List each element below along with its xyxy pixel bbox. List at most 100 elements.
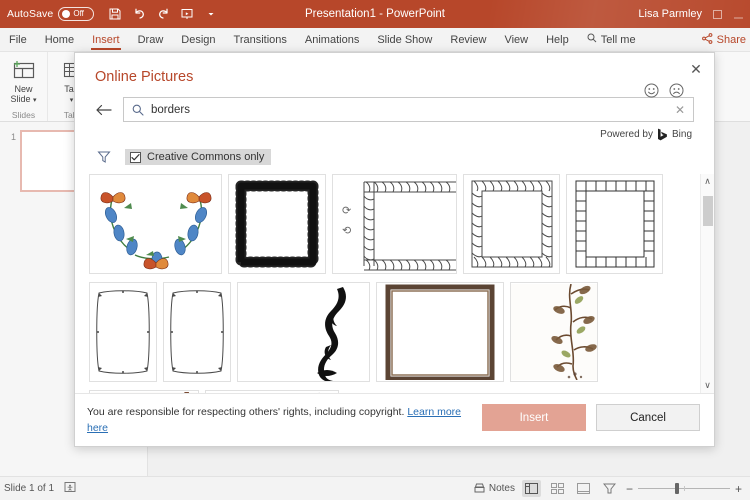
checkbox-box [130, 151, 141, 163]
new-slide-icon [11, 56, 37, 82]
results-grid: ⟳ ⟲ [75, 174, 700, 393]
results-scrollbar[interactable]: ∧ ∨ [700, 174, 714, 393]
scroll-down-icon[interactable]: ∨ [704, 381, 711, 390]
new-slide-label: New Slide ▾ [10, 84, 37, 104]
ribbon-tab-bar: File Home Insert Draw Design Transitions… [0, 28, 750, 52]
result-thumbnail-calligraphy-flourish-border[interactable] [205, 390, 339, 393]
redo-icon[interactable] [152, 3, 174, 25]
tab-view[interactable]: View [495, 28, 537, 52]
tab-insert[interactable]: Insert [83, 28, 129, 52]
tree-branch-border-art [91, 392, 197, 393]
copyright-text: You are responsible for respecting other… [87, 406, 405, 418]
calligraphy-flourish-border-art [207, 392, 337, 393]
search-input[interactable]: borders ✕ [123, 97, 694, 122]
zoom-track[interactable] [637, 483, 730, 494]
back-arrow-icon[interactable] [95, 101, 113, 119]
accessibility-icon[interactable] [64, 481, 76, 496]
zoom-in-button[interactable]: + [735, 483, 742, 495]
save-icon[interactable] [104, 3, 126, 25]
minimize-window-button[interactable] [732, 8, 744, 20]
quick-access-toolbar [104, 3, 222, 25]
close-icon[interactable]: ✕ [686, 59, 706, 79]
bing-logo-icon [657, 128, 668, 141]
zoom-out-button[interactable]: − [626, 483, 633, 495]
zoom-slider[interactable]: − + [626, 483, 742, 495]
slide-status-label[interactable]: Slide 1 of 1 [4, 483, 54, 494]
search-input-value[interactable]: borders [151, 104, 668, 116]
tab-review[interactable]: Review [441, 28, 495, 52]
scrollbar-thumb[interactable] [703, 196, 713, 226]
tell-me-search[interactable]: Tell me [578, 33, 645, 46]
result-thumbnail-calligraphy-swirl-border[interactable] [237, 282, 370, 382]
tab-slide-show[interactable]: Slide Show [368, 28, 441, 52]
undo-icon[interactable] [128, 3, 150, 25]
share-button[interactable]: Share [701, 32, 750, 47]
dialog-title: Online Pictures [95, 69, 194, 85]
calligraphy-swirl-border-art [238, 283, 369, 381]
autosave-state: Off [73, 9, 84, 18]
tab-home[interactable]: Home [36, 28, 83, 52]
wooden-picture-frame-art [378, 284, 502, 380]
online-pictures-dialog: Online Pictures ✕ borders ✕ Powered by B… [74, 52, 715, 447]
autosave-switch[interactable]: Off [58, 7, 95, 21]
frown-icon[interactable] [669, 83, 684, 98]
clear-search-icon[interactable]: ✕ [675, 103, 685, 117]
restore-window-button[interactable] [711, 8, 723, 20]
tab-help[interactable]: Help [537, 28, 578, 52]
dialog-header: Online Pictures ✕ [75, 53, 714, 98]
result-thumbnail-rope-border-left[interactable]: ⟳ ⟲ [332, 174, 457, 274]
tab-animations[interactable]: Animations [296, 28, 368, 52]
result-thumbnail-butterfly-floral-border[interactable] [89, 174, 222, 274]
zoom-thumb[interactable] [674, 483, 679, 494]
tab-transitions[interactable]: Transitions [225, 28, 296, 52]
status-bar: Slide 1 of 1 Notes − + [0, 476, 750, 500]
result-thumbnail-sketchy-frame-a[interactable] [89, 282, 157, 382]
slide-sorter-view-button[interactable] [548, 480, 567, 497]
butterfly-floral-border-art [90, 175, 221, 273]
group-name-slides: Slides [11, 110, 36, 120]
autosave-label: AutoSave [7, 8, 54, 20]
share-icon [701, 32, 713, 47]
result-thumbnail-tree-branch-border[interactable] [89, 390, 199, 393]
new-slide-button[interactable]: New Slide ▾ Slides [0, 52, 48, 121]
tab-file[interactable]: File [0, 28, 36, 52]
normal-view-button[interactable] [521, 480, 541, 497]
svg-text:⟳: ⟳ [342, 205, 351, 217]
result-thumbnail-brick-block-border[interactable] [566, 174, 663, 274]
status-left: Slide 1 of 1 [0, 481, 76, 496]
insert-button[interactable]: Insert [482, 404, 586, 431]
slide-number: 1 [10, 132, 16, 142]
autosave-knob [62, 10, 71, 18]
result-thumbnail-wooden-picture-frame[interactable] [376, 282, 504, 382]
search-icon [132, 104, 144, 116]
notes-label: Notes [488, 483, 515, 494]
scroll-up-icon[interactable]: ∧ [704, 177, 711, 186]
smile-icon[interactable] [644, 83, 659, 98]
user-name: Lisa Parmley [638, 8, 702, 20]
result-thumbnail-sketchy-frame-b[interactable] [163, 282, 231, 382]
tab-draw[interactable]: Draw [129, 28, 173, 52]
reading-view-button[interactable] [574, 480, 593, 497]
start-presentation-icon[interactable] [176, 3, 198, 25]
brick-block-border-art [568, 176, 661, 272]
result-thumbnail-rope-border-full[interactable] [463, 174, 560, 274]
sketchy-frame-b-art [165, 284, 229, 380]
svg-text:⟲: ⟲ [342, 225, 351, 237]
sketchy-frame-a-art [91, 284, 155, 380]
autosave-toggle[interactable]: AutoSave Off [7, 7, 95, 21]
tab-design[interactable]: Design [172, 28, 224, 52]
result-thumbnail-botanical-vine-border[interactable] [510, 282, 598, 382]
share-label: Share [716, 33, 746, 46]
search-row: borders ✕ [75, 85, 714, 122]
result-thumbnail-black-scalloped-frame[interactable] [228, 174, 326, 274]
notes-icon [474, 482, 485, 496]
slide-show-view-button[interactable] [600, 480, 619, 497]
filter-icon[interactable] [97, 150, 111, 164]
cancel-button[interactable]: Cancel [596, 404, 700, 431]
account-area[interactable]: Lisa Parmley [638, 8, 750, 20]
botanical-vine-border-art [511, 284, 597, 380]
feedback-buttons [644, 83, 684, 98]
notes-button[interactable]: Notes [474, 482, 515, 496]
creative-commons-checkbox[interactable]: Creative Commons only [125, 149, 272, 165]
customize-quick-access-icon[interactable] [200, 3, 222, 25]
